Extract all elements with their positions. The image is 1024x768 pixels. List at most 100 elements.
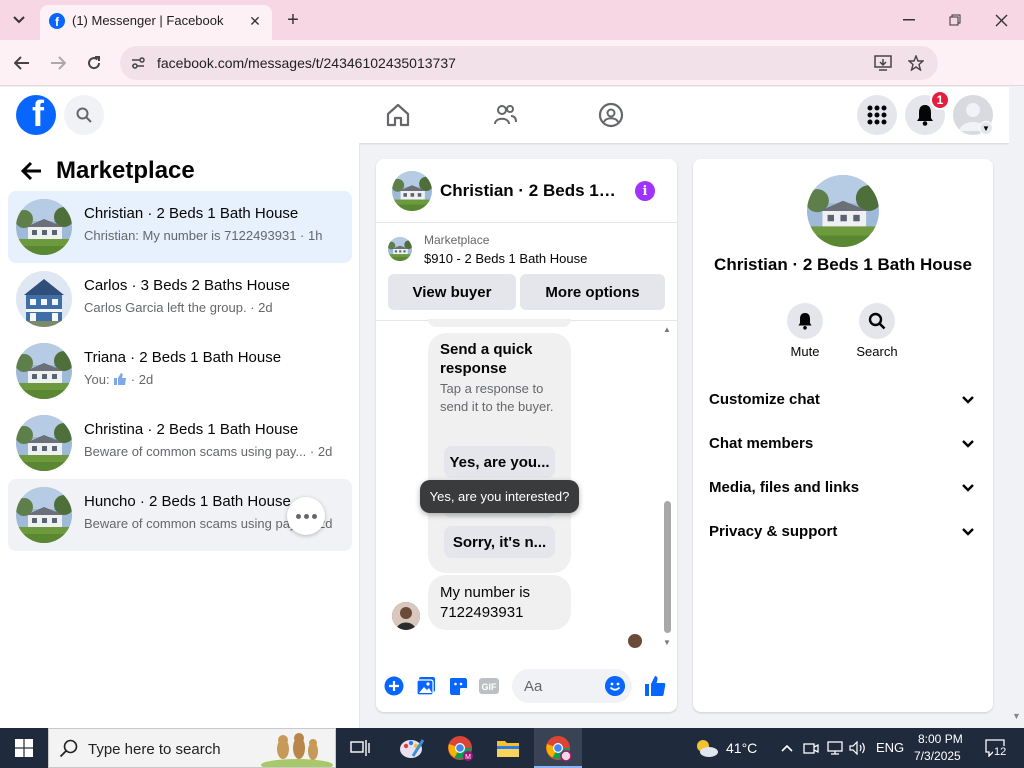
thumbs-up-icon — [114, 373, 127, 385]
scroll-down-arrow-icon[interactable]: ▼ — [1012, 711, 1021, 721]
listing-thumbnail[interactable] — [392, 171, 432, 211]
taskbar-search-box[interactable]: Type here to search — [48, 728, 336, 768]
back-arrow-icon[interactable] — [10, 51, 34, 75]
quick-reply-button[interactable]: Sorry, it's n... — [444, 526, 555, 558]
minimize-icon[interactable] — [895, 8, 923, 32]
tab-close-icon[interactable]: ✕ — [246, 12, 264, 30]
previous-message-bubble — [428, 319, 571, 327]
friends-icon[interactable] — [491, 101, 519, 129]
close-window-icon[interactable] — [987, 8, 1015, 32]
info-icon[interactable]: i — [635, 181, 655, 201]
facebook-logo-icon[interactable]: f — [16, 95, 56, 135]
chat-options-more-icon[interactable] — [287, 497, 325, 535]
facebook-search-icon[interactable] — [64, 95, 104, 135]
chat-list-item[interactable]: Christian · 2 Beds 1 Bath House Christia… — [8, 191, 352, 263]
sender-avatar[interactable] — [392, 602, 420, 630]
quick-reply-button[interactable]: Yes, are you... — [444, 446, 555, 478]
sticker-icon[interactable] — [447, 675, 469, 697]
preview-text: Beware of common scams using pay... — [84, 444, 307, 459]
listing-title: $910 - 2 Beds 1 Bath House — [424, 251, 588, 266]
facebook-favicon-icon: f — [49, 13, 65, 29]
weather-icon[interactable] — [694, 738, 720, 758]
scrollbar-thumb[interactable] — [664, 501, 671, 633]
browser-tab-messenger[interactable]: f (1) Messenger | Facebook ✕ — [40, 5, 272, 40]
install-app-icon[interactable] — [874, 54, 892, 72]
notification-badge: 1 — [930, 90, 950, 110]
home-icon[interactable] — [384, 101, 412, 129]
clock-date[interactable]: 7/3/2025 — [914, 749, 961, 763]
message-input[interactable]: Aa — [512, 669, 632, 703]
site-settings-icon[interactable] — [130, 55, 146, 71]
tab-title: (1) Messenger | Facebook — [72, 13, 224, 28]
preview-time: · 2d — [127, 372, 154, 387]
chat-name: Triana · 2 Beds 1 Bath House — [84, 349, 282, 366]
chat-name: Christian · 2 Beds 1 Bath House — [84, 205, 299, 222]
seen-receipt-avatar — [628, 634, 642, 648]
conversation-title[interactable]: Christian · 2 Beds 1 B... — [440, 181, 620, 201]
tab-search-chevron-icon[interactable] — [6, 8, 32, 32]
chat-name: Christina · 2 Beds 1 Bath House — [84, 421, 299, 438]
menu-grid-icon[interactable] — [857, 95, 897, 135]
scroll-down-arrow-icon[interactable]: ▼ — [663, 638, 671, 647]
chat-list-item[interactable]: Triana · 2 Beds 1 Bath House You: · 2d — [8, 335, 352, 407]
paint-app-icon[interactable] — [396, 732, 428, 764]
bookmark-star-icon[interactable] — [907, 54, 925, 72]
facebook-header: f 1 ▼ — [0, 87, 1009, 143]
file-explorer-icon[interactable] — [492, 732, 524, 764]
thumbs-up-send-icon[interactable] — [644, 675, 666, 697]
privacy-support-section[interactable]: Privacy & support — [709, 520, 977, 544]
svg-text:GIF: GIF — [482, 682, 498, 692]
media-files-links-section[interactable]: Media, files and links — [709, 476, 977, 500]
task-view-icon[interactable] — [344, 732, 376, 764]
scroll-up-arrow-icon[interactable]: ▲ — [663, 325, 671, 334]
windows-taskbar: Type here to search M 41°C ENG 8:00 PM 7… — [0, 728, 1024, 768]
plus-circle-icon[interactable] — [383, 675, 405, 697]
chat-list-item[interactable]: Christina · 2 Beds 1 Bath House Beware o… — [8, 407, 352, 479]
back-arrow-icon[interactable] — [20, 159, 44, 183]
chrome-active-icon[interactable] — [542, 732, 574, 764]
marketplace-label: Marketplace — [424, 233, 490, 247]
reload-icon[interactable] — [82, 51, 106, 75]
input-language[interactable]: ENG — [876, 740, 904, 755]
preview-prefix: You: — [84, 372, 114, 387]
address-bar[interactable]: facebook.com/messages/t/2434610243501373… — [120, 46, 938, 80]
photo-gallery-icon[interactable] — [415, 675, 437, 697]
windows-start-icon[interactable] — [0, 728, 48, 768]
emoji-smile-icon[interactable] — [605, 676, 625, 696]
network-icon[interactable] — [826, 738, 844, 758]
search-icon — [859, 303, 895, 339]
meet-now-icon[interactable] — [802, 738, 820, 758]
groups-icon[interactable] — [597, 101, 625, 129]
conversation-panel: Christian · 2 Beds 1 B... i Marketplace … — [376, 159, 677, 712]
customize-chat-section[interactable]: Customize chat — [709, 388, 977, 412]
forward-arrow-icon[interactable] — [46, 51, 70, 75]
gif-icon[interactable]: GIF — [478, 675, 500, 697]
browser-toolbar: facebook.com/messages/t/2434610243501373… — [0, 40, 1024, 113]
account-chevron-down-icon[interactable]: ▼ — [979, 121, 993, 135]
chat-list-panel: Marketplace Christian · 2 Beds 1 Bath Ho… — [0, 143, 360, 728]
chat-members-section[interactable]: Chat members — [709, 432, 977, 456]
listing-thumbnail — [388, 237, 412, 261]
conversation-header: Christian · 2 Beds 1 B... i — [376, 159, 677, 223]
search-conversation-button[interactable]: Search — [847, 303, 907, 359]
show-hidden-icons-chevron-icon[interactable] — [778, 738, 796, 758]
clock-time[interactable]: 8:00 PM — [918, 732, 963, 746]
restore-icon[interactable] — [941, 8, 969, 32]
conversation-info-panel: Christian · 2 Beds 1 Bath House Mute Sea… — [693, 159, 993, 712]
marketplace-listing-row[interactable]: Marketplace $910 - 2 Beds 1 Bath House — [376, 223, 677, 273]
temperature[interactable]: 41°C — [726, 740, 757, 756]
mute-button[interactable]: Mute — [775, 303, 835, 359]
more-options-button[interactable]: More options — [520, 274, 665, 310]
taskbar-search-placeholder: Type here to search — [88, 741, 221, 758]
chevron-down-icon — [962, 440, 974, 448]
section-label: Privacy & support — [709, 523, 838, 540]
new-tab-plus-icon[interactable]: + — [282, 9, 304, 31]
bell-icon — [787, 303, 823, 339]
search-highlight-illustration-icon — [261, 733, 333, 767]
view-buyer-button[interactable]: View buyer — [388, 274, 516, 310]
volume-icon[interactable] — [849, 738, 867, 758]
chat-list-item[interactable]: Carlos · 3 Beds 2 Baths House Carlos Gar… — [8, 263, 352, 335]
section-label: Customize chat — [709, 391, 820, 408]
chrome-profile-icon[interactable]: M — [444, 732, 476, 764]
page-scrollbar[interactable]: ▼ — [1009, 87, 1024, 728]
